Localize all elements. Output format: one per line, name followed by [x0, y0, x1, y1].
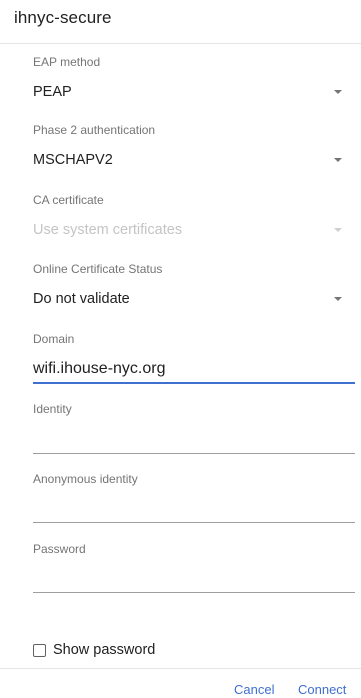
button-bar-divider [0, 668, 361, 669]
ca-certificate-dropdown: Use system certificates [33, 218, 355, 242]
ca-certificate-value: Use system certificates [33, 222, 183, 238]
eap-method-dropdown[interactable]: PEAP [33, 80, 355, 104]
show-password-row[interactable]: Show password [33, 640, 155, 660]
dropdown-arrow-icon [334, 228, 342, 232]
anonymous-identity-label: Anonymous identity [33, 472, 138, 486]
eap-method-label: EAP method [33, 55, 101, 69]
domain-input[interactable] [33, 356, 355, 384]
phase2-auth-label: Phase 2 authentication [33, 123, 156, 137]
ca-certificate-label: CA certificate [33, 193, 104, 207]
ocsp-label: Online Certificate Status [33, 262, 163, 276]
password-input[interactable] [33, 565, 355, 593]
title-divider [0, 43, 361, 44]
phase2-auth-dropdown[interactable]: MSCHAPV2 [33, 148, 355, 172]
ocsp-dropdown[interactable]: Do not validate [33, 287, 355, 311]
dropdown-arrow-icon [334, 90, 342, 94]
show-password-label[interactable]: Show password [53, 642, 155, 658]
dropdown-arrow-icon [334, 158, 342, 162]
show-password-checkbox[interactable] [33, 643, 46, 657]
cancel-button[interactable]: Cancel [234, 682, 274, 697]
identity-label: Identity [33, 402, 72, 416]
identity-input[interactable] [33, 426, 355, 454]
eap-method-value: PEAP [33, 84, 72, 100]
dialog-title: ihnyc-secure [14, 8, 112, 27]
domain-label: Domain [33, 332, 75, 346]
phase2-auth-value: MSCHAPV2 [33, 152, 113, 168]
password-label: Password [33, 542, 86, 556]
anonymous-identity-input[interactable] [33, 495, 355, 523]
dropdown-arrow-icon [334, 297, 342, 301]
ocsp-value: Do not validate [33, 291, 130, 307]
connect-button[interactable]: Connect [298, 682, 346, 697]
